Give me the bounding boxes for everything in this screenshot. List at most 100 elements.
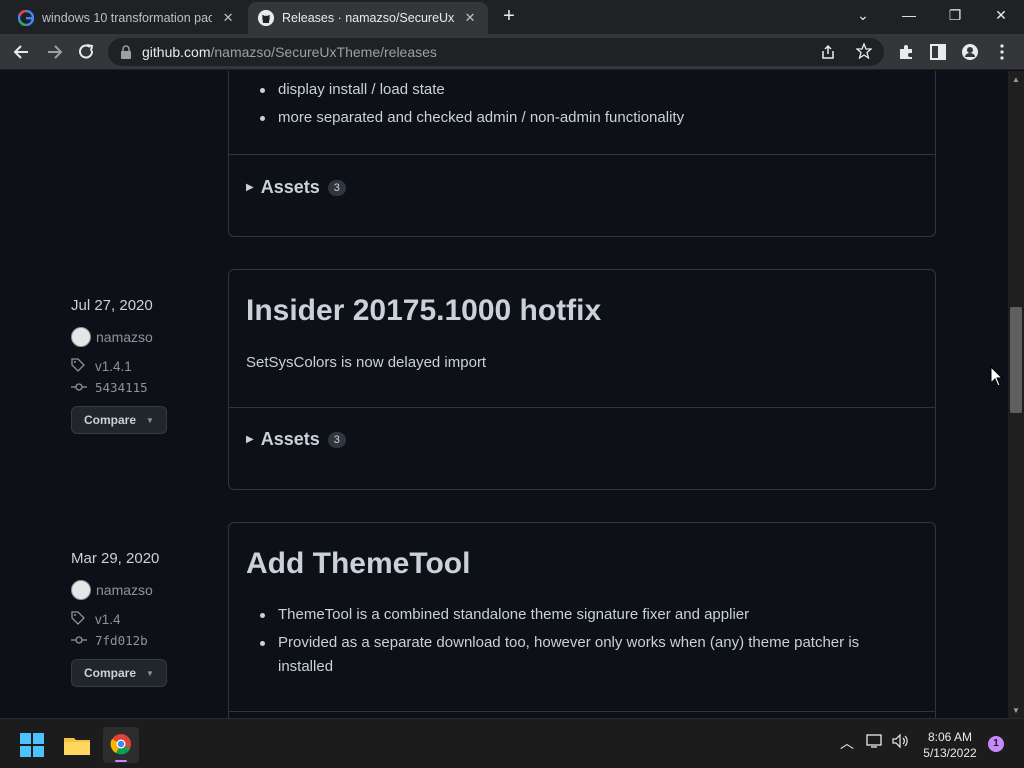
author-name: namazso — [96, 329, 153, 345]
compare-button[interactable]: Compare ▼ — [71, 659, 167, 687]
commit-sha: 5434115 — [95, 380, 148, 395]
assets-label: Assets — [260, 177, 320, 197]
tag-name: v1.4 — [95, 612, 121, 627]
close-window-button[interactable]: ✕ — [981, 0, 1021, 30]
release-date: Mar 29, 2020 — [71, 550, 160, 567]
github-icon — [258, 10, 274, 26]
reload-icon[interactable] — [72, 38, 100, 66]
commit-link[interactable]: 7fd012b — [71, 633, 148, 648]
release-card: display install / load state more separa… — [228, 71, 936, 237]
release-card: Add ThemeTool ThemeTool is a combined st… — [228, 522, 936, 718]
author-link[interactable]: namazso — [71, 580, 153, 600]
lock-icon — [121, 45, 131, 59]
avatar — [71, 327, 91, 347]
list-item: display install / load state — [259, 78, 684, 102]
page-content: display install / load state more separa… — [0, 71, 1008, 718]
assets-count-badge: 3 — [327, 179, 346, 196]
release-notes-list: display install / load state more separa… — [259, 78, 684, 134]
chrome-taskbar-button[interactable] — [103, 727, 139, 763]
share-icon[interactable] — [820, 44, 836, 65]
taskbar: ︿ 8:06 AM 5/13/2022 1 — [0, 718, 1024, 768]
divider — [229, 154, 935, 155]
disclosure-triangle-icon: ▶ — [246, 182, 254, 193]
list-item-text-wrap: installed — [278, 658, 334, 675]
google-icon — [17, 9, 35, 27]
commit-icon — [71, 381, 87, 395]
divider — [229, 407, 935, 408]
mouse-cursor-icon — [990, 366, 1004, 387]
profile-avatar-icon[interactable] — [956, 38, 984, 66]
extensions-puzzle-icon[interactable] — [892, 38, 920, 66]
address-bar[interactable]: github.com/namazso/SecureUxTheme/release… — [108, 38, 884, 66]
close-tab-icon[interactable]: ✕ — [220, 10, 236, 26]
folder-icon — [64, 738, 90, 755]
bookmark-star-icon[interactable] — [855, 42, 873, 64]
scroll-up-arrow-icon[interactable]: ▲ — [1008, 73, 1024, 87]
compare-label: Compare — [84, 413, 137, 427]
minimize-button[interactable]: — — [889, 0, 929, 30]
url-host: github.com — [142, 44, 211, 60]
list-item-text: Provided as a separate download too, how… — [278, 634, 860, 651]
show-hidden-icons-chevron-icon[interactable]: ︿ — [840, 733, 854, 753]
windows-start-icon — [20, 733, 44, 757]
caret-down-icon: ▼ — [146, 668, 154, 678]
url-text[interactable]: github.com/namazso/SecureUxTheme/release… — [142, 44, 437, 60]
divider — [229, 711, 935, 712]
tab-title: Releases · namazso/SecureUxThe — [282, 11, 455, 25]
commit-icon — [71, 634, 87, 648]
tag-link[interactable]: v1.4 — [71, 611, 121, 628]
avatar — [71, 580, 91, 600]
release-notes-list: ThemeTool is a combined standalone theme… — [259, 603, 860, 679]
tab-title: windows 10 transformation pack — [42, 11, 213, 25]
restore-button[interactable]: ❐ — [935, 0, 975, 30]
assets-label: Assets — [260, 429, 320, 449]
file-explorer-button[interactable] — [59, 727, 95, 763]
assets-toggle[interactable]: ▶ Assets 3 — [246, 429, 346, 450]
commit-link[interactable]: 5434115 — [71, 380, 148, 395]
browser-window: windows 10 transformation pack ✕ Release… — [0, 0, 1024, 768]
tag-link[interactable]: v1.4.1 — [71, 358, 132, 375]
release-title[interactable]: Add ThemeTool — [246, 547, 470, 581]
chrome-icon — [110, 734, 131, 762]
release-date: Jul 27, 2020 — [71, 297, 153, 314]
scroll-down-arrow-icon[interactable]: ▼ — [1008, 704, 1024, 718]
new-tab-button[interactable]: + — [498, 6, 520, 28]
browser-toolbar: github.com/namazso/SecureUxTheme/release… — [0, 34, 1024, 70]
tab-strip: windows 10 transformation pack ✕ Release… — [0, 0, 1024, 34]
system-clock[interactable]: 8:06 AM 5/13/2022 — [916, 729, 984, 761]
forward-arrow-icon[interactable] — [40, 38, 68, 66]
disclosure-triangle-icon: ▶ — [246, 434, 254, 445]
tag-name: v1.4.1 — [95, 359, 132, 374]
caret-down-icon: ▼ — [146, 415, 154, 425]
side-panel-icon[interactable] — [924, 38, 952, 66]
tab-google-search[interactable]: windows 10 transformation pack ✕ — [8, 2, 246, 34]
network-icon[interactable] — [866, 733, 884, 752]
clock-time: 8:06 AM — [927, 730, 973, 744]
scrollbar-thumb[interactable] — [1010, 307, 1022, 413]
tab-releases[interactable]: Releases · namazso/SecureUxThe ✕ — [248, 2, 488, 34]
compare-label: Compare — [84, 666, 137, 680]
release-title[interactable]: Insider 20175.1000 hotfix — [246, 294, 601, 328]
list-item: more separated and checked admin / non-a… — [259, 106, 684, 130]
tab-search-chevron-icon[interactable]: ⌄ — [843, 0, 883, 30]
assets-count-badge: 3 — [327, 431, 346, 448]
assets-toggle[interactable]: ▶ Assets 3 — [246, 177, 346, 198]
notification-badge[interactable]: 1 — [988, 736, 1004, 752]
url-path: /namazso/SecureUxTheme/releases — [210, 44, 437, 60]
close-tab-icon[interactable]: ✕ — [462, 10, 478, 26]
author-link[interactable]: namazso — [71, 327, 153, 347]
back-arrow-icon[interactable] — [8, 38, 36, 66]
volume-icon[interactable] — [891, 733, 909, 752]
start-button[interactable] — [14, 727, 50, 763]
release-card: Insider 20175.1000 hotfix SetSysColors i… — [228, 269, 936, 490]
list-item: ThemeTool is a combined standalone theme… — [259, 603, 859, 627]
menu-kebab-icon[interactable] — [988, 38, 1016, 66]
commit-sha: 7fd012b — [95, 633, 148, 648]
compare-button[interactable]: Compare ▼ — [71, 406, 167, 434]
tag-icon — [71, 358, 87, 375]
list-item: Provided as a separate download too, how… — [259, 631, 860, 679]
tag-icon — [71, 611, 87, 628]
release-body: SetSysColors is now delayed import — [246, 354, 487, 371]
clock-date: 5/13/2022 — [923, 746, 977, 760]
author-name: namazso — [96, 582, 153, 598]
